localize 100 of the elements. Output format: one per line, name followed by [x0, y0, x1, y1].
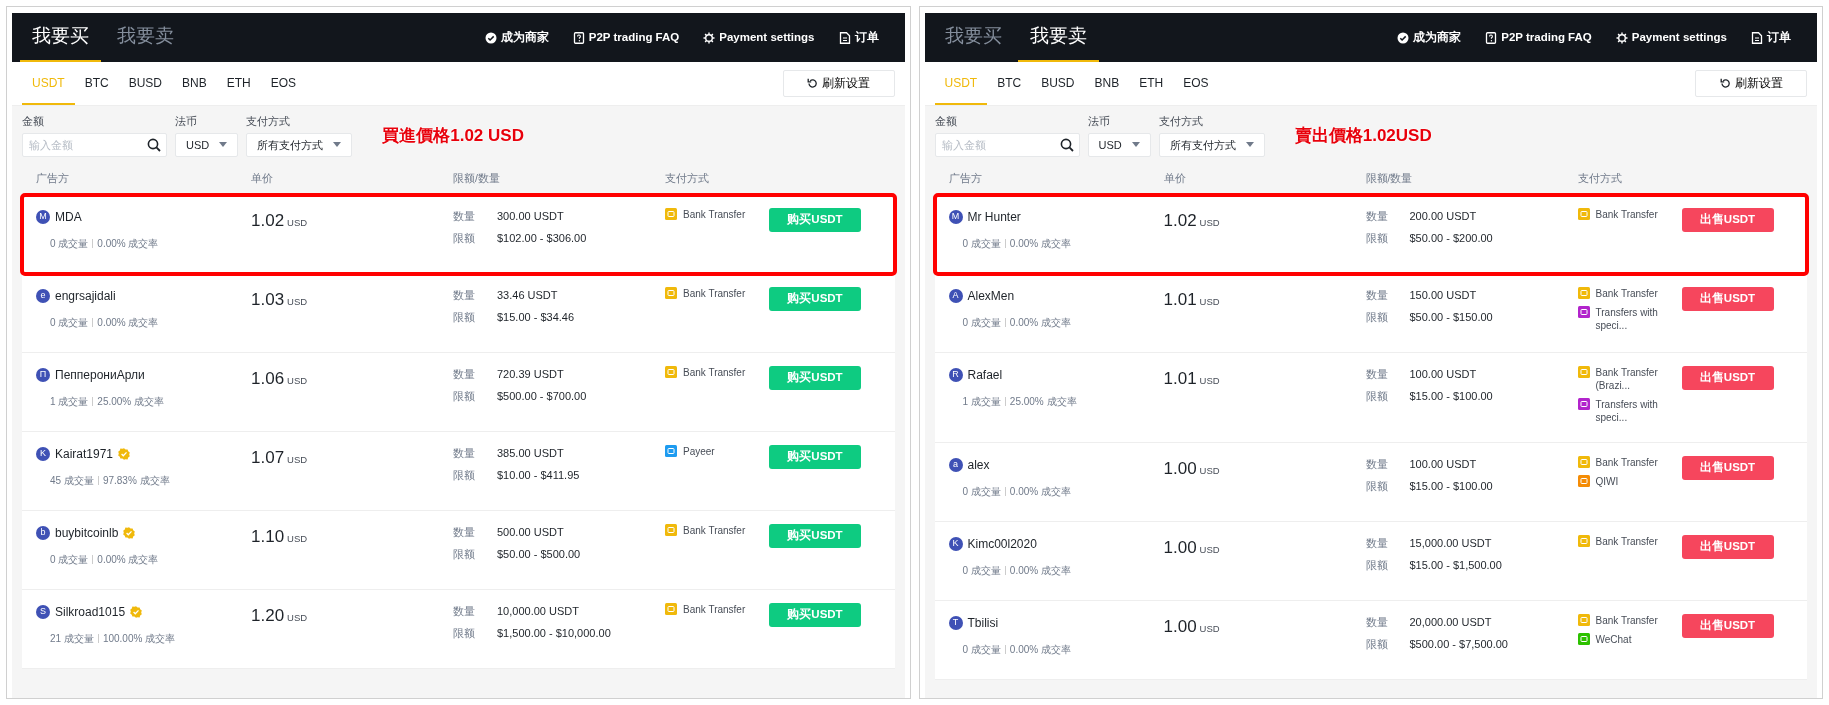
asset-tab[interactable]: BTC	[987, 62, 1032, 105]
completion-rate: 0.00% 成交率	[1009, 563, 1071, 578]
completion-rate: 0.00% 成交率	[97, 236, 159, 251]
asset-tab[interactable]: BTC	[74, 62, 119, 105]
main-tab[interactable]: 我要卖	[105, 13, 186, 62]
asset-tab[interactable]: BNB	[1084, 62, 1130, 105]
check-circle-icon	[1397, 31, 1410, 44]
payment-method: Bank Transfer (Brazi...	[1595, 365, 1659, 392]
advertiser-name[interactable]: Kairat1971	[55, 444, 114, 463]
payment-method: Bank Transfer	[683, 602, 747, 616]
sell-button[interactable]: 出售USDT	[1681, 534, 1774, 559]
document-icon	[838, 31, 851, 44]
avatar: e	[36, 288, 50, 303]
sell-button[interactable]: 出售USDT	[1681, 365, 1774, 390]
completion-rate: 25.00% 成交率	[1009, 394, 1077, 409]
payment-method: Bank Transfer	[1595, 207, 1659, 221]
main-tab[interactable]: 我要买	[20, 13, 101, 62]
quantity-value: 720.39 USDT	[497, 366, 565, 382]
asset-tab[interactable]: EOS	[1173, 62, 1219, 105]
main-tab[interactable]: 我要卖	[1017, 13, 1099, 62]
limit-label: 限额	[453, 231, 476, 246]
price-value: 1.06	[251, 368, 285, 388]
asset-tab[interactable]: BNB	[172, 62, 217, 105]
sell-button[interactable]: 出售USDT	[1681, 455, 1774, 480]
header-link[interactable]: 成为商家	[1397, 28, 1462, 47]
help-icon	[1485, 31, 1498, 44]
amount-field[interactable]: 输入金额	[934, 132, 1080, 157]
advertiser-name[interactable]: Silkroad1015	[55, 602, 126, 621]
header-link[interactable]: 订单	[838, 28, 879, 47]
sell-button[interactable]: 出售USDT	[1681, 613, 1774, 638]
sell-button[interactable]: 出售USDT	[1681, 207, 1774, 232]
quantity-label: 数量	[1365, 366, 1389, 382]
header-link[interactable]: P2P trading FAQ	[1485, 28, 1592, 47]
completion-rate: 25.00% 成交率	[97, 394, 165, 409]
trade-count: 0 成交量	[962, 236, 1001, 251]
quantity-value: 20,000.00 USDT	[1409, 614, 1493, 630]
advertiser-name[interactable]: Kimc00l2020	[967, 534, 1037, 553]
header-link[interactable]: 订单	[1751, 28, 1791, 47]
select-field[interactable]: 所有支付方式	[246, 132, 353, 157]
refresh-button[interactable]: 刷新设置	[782, 70, 895, 97]
advertiser-name[interactable]: AlexMen	[967, 286, 1015, 305]
advertiser-name[interactable]: buybitcoinlb	[55, 523, 119, 542]
asset-tab[interactable]: EOS	[260, 62, 307, 105]
advertiser-name[interactable]: Rafael	[967, 365, 1003, 384]
header-link[interactable]: 成为商家	[484, 28, 549, 47]
avatar: S	[36, 604, 50, 619]
trade-count: 21 成交量	[50, 631, 94, 646]
advertiser-name[interactable]: alex	[967, 455, 990, 474]
select-field[interactable]: USD	[1087, 132, 1151, 157]
price-value: 1.00	[1163, 537, 1197, 557]
asset-tab[interactable]: ETH	[216, 62, 261, 105]
avatar: П	[36, 367, 50, 382]
currency-label: USD	[287, 295, 308, 307]
payment-method: Bank Transfer	[1595, 286, 1659, 300]
field-label: 支付方式	[1158, 114, 1204, 129]
trade-count: 0 成交量	[962, 315, 1001, 330]
avatar: A	[948, 288, 963, 303]
asset-tab[interactable]: ETH	[1129, 62, 1174, 105]
refresh-icon	[1719, 78, 1731, 89]
header-link[interactable]: Payment settings	[703, 28, 815, 47]
limit-label: 限额	[1365, 558, 1389, 573]
trade-count: 0 成交量	[50, 315, 89, 330]
annotation-text: 賣出價格1.02USD	[1294, 124, 1432, 147]
limit-label: 限额	[453, 468, 476, 483]
asset-tab[interactable]: BUSD	[1031, 62, 1085, 105]
advertiser-name[interactable]: Tbilisi	[967, 613, 999, 632]
advertiser-name[interactable]: ПепперониАрли	[55, 365, 145, 384]
payment-method: Payeer	[683, 444, 716, 458]
select-field[interactable]: 所有支付方式	[1158, 132, 1265, 157]
select-field[interactable]: USD	[175, 132, 239, 157]
limit-label: 限额	[1365, 389, 1389, 404]
caret-icon	[1245, 142, 1254, 148]
sell-button[interactable]: 出售USDT	[1681, 286, 1774, 311]
main-tab[interactable]: 我要买	[932, 13, 1014, 62]
payment-method: Bank Transfer	[1595, 455, 1659, 469]
payment-method: Bank Transfer	[683, 286, 747, 300]
quantity-label: 数量	[453, 366, 476, 382]
caret-icon	[333, 142, 342, 148]
advertiser-name[interactable]: Mr Hunter	[967, 207, 1021, 226]
advertiser-name[interactable]: engrsajidali	[55, 286, 116, 305]
completion-rate: 0.00% 成交率	[1009, 315, 1071, 330]
trade-count: 0 成交量	[50, 552, 89, 567]
advertiser-name[interactable]: MDA	[55, 207, 82, 226]
avatar: K	[36, 446, 50, 461]
quantity-label: 数量	[1365, 287, 1389, 303]
payment-method: Bank Transfer	[1595, 534, 1659, 548]
header-link[interactable]: P2P trading FAQ	[572, 28, 680, 47]
avatar: T	[948, 615, 963, 630]
field-label: 支付方式	[246, 114, 292, 129]
amount-field[interactable]: 输入金额	[22, 132, 167, 157]
quantity-value: 100.00 USDT	[1409, 366, 1478, 382]
refresh-button[interactable]: 刷新设置	[1695, 70, 1807, 97]
header-link[interactable]: Payment settings	[1615, 28, 1727, 47]
asset-tab[interactable]: BUSD	[118, 62, 172, 105]
quantity-label: 数量	[453, 208, 476, 224]
trade-count: 1 成交量	[50, 394, 89, 409]
trade-count: 0 成交量	[962, 642, 1001, 657]
help-icon	[572, 31, 585, 44]
currency-label: USD	[287, 532, 308, 544]
caret-icon	[1131, 142, 1140, 148]
